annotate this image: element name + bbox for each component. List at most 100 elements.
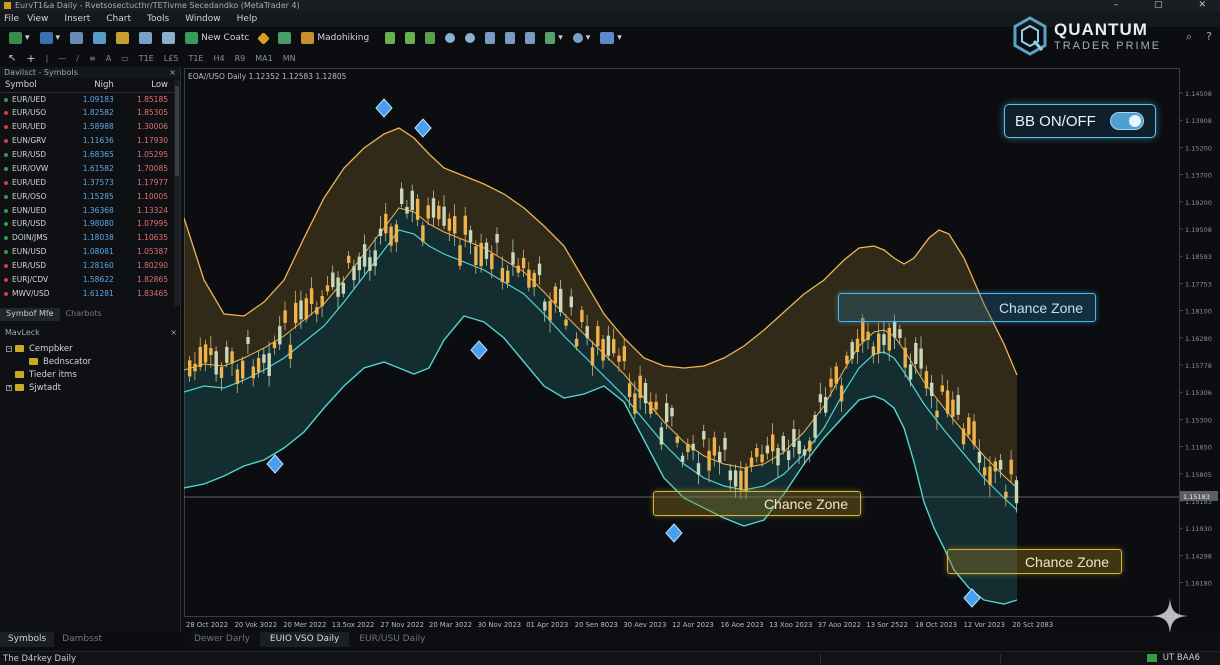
bar-chart-button[interactable] [382,30,398,46]
minimize-button[interactable]: – [1113,0,1118,10]
bb-toggle[interactable]: BB ON/OFF [1004,104,1156,138]
market-watch-row[interactable]: MWV/USD 1.61281 1.83465 [0,286,174,300]
templates-button[interactable]: ▾ [597,30,625,46]
strategy-tester-button[interactable] [159,30,178,46]
navigator-item[interactable]: − Cempbker [0,342,181,355]
chart-shift-button[interactable] [275,30,294,46]
symbol-cell: EURJ/CDV [0,273,66,287]
chart-tab-3[interactable]: EUR/USU Daily [349,632,435,647]
col-symbol[interactable]: Symbol [0,78,66,93]
menu-file[interactable]: File [4,14,19,24]
new-order-icon [185,32,199,44]
profiles-button[interactable]: ▾ [37,30,64,46]
navigator-item[interactable]: Bednscator [0,355,181,368]
timeframe-mn[interactable]: MN [283,54,296,63]
market-watch-row[interactable]: DOIN/JMS 1.18038 1.10635 [0,231,174,245]
candle-body [1009,459,1013,475]
tile-button[interactable] [482,30,498,46]
market-watch-row[interactable]: EUN/GRV 1.11636 1.17930 [0,134,174,148]
menu-help[interactable]: Help [237,14,258,24]
col-low[interactable]: Low [119,78,174,93]
candle-body [331,272,335,288]
menu-chart[interactable]: Chart [106,14,131,24]
navigator-item[interactable]: Tieder itms [0,368,181,381]
horizontal-line-icon[interactable]: — [58,54,66,63]
timeframe-w1[interactable]: MA1 [255,54,272,63]
candle-body [574,338,579,347]
chart-tab-2[interactable]: EUIO VSO Daily [259,632,350,647]
channel-icon[interactable]: ≡ [89,54,96,63]
indicators-button[interactable]: ▾ [542,30,566,46]
help-icon[interactable]: ? [1206,30,1212,44]
zoom-out-button[interactable] [462,30,478,46]
candle-body [209,348,213,356]
navigator-item[interactable]: + Sjwtadt [0,381,181,394]
text-tool-icon[interactable]: A [106,54,111,63]
new-chart-button[interactable]: ▾ [6,30,33,46]
close-button[interactable]: ✕ [1198,0,1206,10]
terminal-button[interactable] [136,30,155,46]
menu-window[interactable]: Window [185,14,221,24]
expand-icon[interactable]: + [6,384,12,391]
market-watch-row[interactable]: EUR/USD 1.68365 1.05295 [0,148,174,162]
price-chart[interactable]: EOA//USO Daily 1.12352 1.12583 1.12805 1.… [184,68,1220,632]
market-watch-icon [70,32,84,44]
search-icon[interactable]: ⌕ [1186,30,1192,44]
market-watch-row[interactable]: EUR/UED 1.09183 1.85185 [0,92,174,106]
menu-insert[interactable]: Insert [64,14,90,24]
bb-toggle-switch[interactable] [1109,112,1144,130]
line-chart-button[interactable] [422,30,438,46]
candle-body [447,218,452,231]
candle-body [839,385,844,402]
tab-symbols-mfe[interactable]: Symbof Mfe [0,308,60,321]
timeframe-m15[interactable]: T1E [188,54,203,63]
timeframe-d1[interactable]: R9 [235,54,246,63]
market-watch-button[interactable] [67,30,86,46]
col-high[interactable]: Nigh [65,78,120,93]
market-watch-close-icon[interactable]: × [169,68,176,77]
candle-body [484,242,489,259]
vertical-line-icon[interactable]: | [46,54,49,63]
crosshair-icon[interactable]: + [26,52,35,65]
tab-charbots[interactable]: Charbots [60,308,108,321]
auto-scroll-button[interactable] [502,30,518,46]
zoom-in-button[interactable] [442,30,458,46]
menu-view[interactable]: View [27,14,48,24]
new-order-button[interactable]: New Coatc [182,30,252,46]
market-watch-row[interactable]: EURJ/CDV 1.58622 1.82865 [0,273,174,287]
market-watch-row[interactable]: EUR/USD 1.98080 1.07995 [0,217,174,231]
periods-button[interactable]: ▾ [570,30,594,46]
chart-tab-1[interactable]: Dewer Darly [184,632,260,647]
data-window-button[interactable] [90,30,109,46]
timeframe-h4[interactable]: H4 [213,54,224,63]
trendline-icon[interactable]: / [76,54,79,63]
market-watch-row[interactable]: EUR/OVW 1.61582 1.70085 [0,161,174,175]
market-watch-row[interactable]: EUN/UED 1.36368 1.13324 [0,203,174,217]
timeframe-m1[interactable]: T1E [139,54,154,63]
tab-symbols[interactable]: Symbols [0,632,55,647]
navigator-close-icon[interactable]: × [170,328,177,338]
expand-icon[interactable]: − [6,345,12,352]
navigator-button[interactable] [113,30,132,46]
expert-button[interactable] [256,30,271,46]
timeframe-m5[interactable]: L£5 [164,54,179,63]
label-tool-icon[interactable]: ▭ [121,54,129,63]
candle-body [384,213,388,234]
market-watch-row[interactable]: EUR/UED 1.58988 1.30006 [0,120,174,134]
shift-button[interactable] [522,30,538,46]
market-watch-row[interactable]: EUR/USD 1.28160 1.80290 [0,259,174,273]
autotrading-button[interactable]: Madohiking [298,30,372,46]
cursor-icon[interactable]: ↖ [8,53,16,64]
market-watch-row[interactable]: EUR/USO 1.82582 1.85305 [0,106,174,120]
candle-chart-button[interactable] [402,30,418,46]
market-watch-row[interactable]: EUN/USD 1.08081 1.05387 [0,245,174,259]
market-watch-row[interactable]: EUR/UED 1.37573 1.17977 [0,175,174,189]
x-tick-label: 27 Nov 2022 [380,621,424,629]
maximize-button[interactable]: ▢ [1154,0,1163,10]
menu-tools[interactable]: Tools [147,14,169,24]
tab-dambsst[interactable]: Dambsst [54,632,110,647]
scrollbar-thumb[interactable] [175,86,179,176]
market-watch-row[interactable]: EUR/OSO 1.15285 1.10005 [0,189,174,203]
market-watch-scrollbar[interactable] [174,80,180,306]
x-tick-label: 30 Nov 2023 [478,621,522,629]
